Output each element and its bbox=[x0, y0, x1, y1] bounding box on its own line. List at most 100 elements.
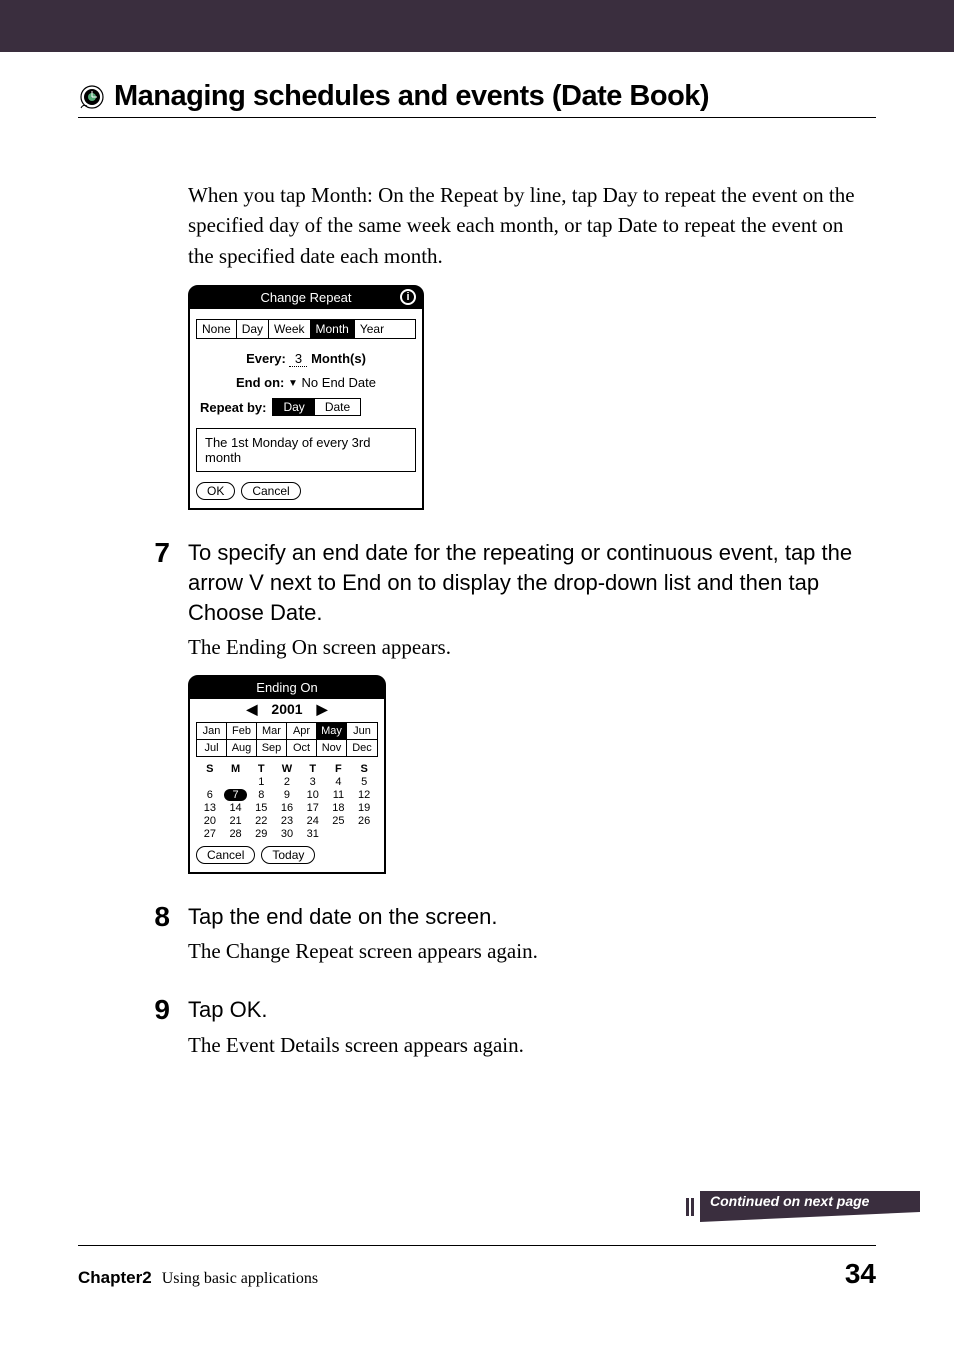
calendar-day[interactable]: 11 bbox=[327, 789, 351, 801]
calendar-day[interactable]: 26 bbox=[352, 815, 376, 827]
month-jun[interactable]: Jun bbox=[347, 723, 377, 740]
down-arrow-icon: V bbox=[249, 568, 264, 598]
calendar-day[interactable]: 20 bbox=[198, 815, 222, 827]
change-repeat-title: Change Repeat i bbox=[190, 287, 422, 309]
step-7: 7 To specify an end date for the repeati… bbox=[188, 538, 866, 873]
month-nov[interactable]: Nov bbox=[317, 740, 347, 756]
repeat-by-toggle: Day Date bbox=[272, 398, 361, 416]
month-jan[interactable]: Jan bbox=[197, 723, 227, 740]
repeat-by-day[interactable]: Day bbox=[273, 399, 314, 415]
step-number: 9 bbox=[134, 995, 170, 1060]
month-aug[interactable]: Aug bbox=[227, 740, 257, 756]
weekday-header: M bbox=[224, 763, 248, 775]
calendar-day[interactable]: 19 bbox=[352, 802, 376, 814]
cancel-button[interactable]: Cancel bbox=[196, 846, 255, 864]
tab-month[interactable]: Month bbox=[311, 320, 355, 338]
step-heading: Tap OK. bbox=[188, 995, 524, 1025]
weekday-header: S bbox=[352, 763, 376, 775]
calendar-day[interactable]: 18 bbox=[327, 802, 351, 814]
month-oct[interactable]: Oct bbox=[287, 740, 317, 756]
month-sep[interactable]: Sep bbox=[257, 740, 287, 756]
calendar-day[interactable]: 13 bbox=[198, 802, 222, 814]
repeat-by-row: Repeat by: Day Date bbox=[190, 396, 422, 424]
end-on-label: End on: bbox=[236, 375, 284, 390]
weekday-header: F bbox=[327, 763, 351, 775]
calendar-day[interactable]: 14 bbox=[224, 802, 248, 814]
calendar-day bbox=[224, 776, 248, 788]
continued-flag-tail bbox=[700, 1212, 920, 1222]
calendar-grid: SMTWTFS123456789101112131415161718192021… bbox=[190, 763, 384, 846]
chapter-subtitle: Using basic applications bbox=[162, 1270, 318, 1287]
step-body: The Ending On screen appears. bbox=[188, 633, 866, 662]
calendar-day[interactable]: 4 bbox=[327, 776, 351, 788]
month-feb[interactable]: Feb bbox=[227, 723, 257, 740]
weekday-header: W bbox=[275, 763, 299, 775]
calendar-day[interactable]: 25 bbox=[327, 815, 351, 827]
calendar-day[interactable]: 31 bbox=[301, 828, 325, 840]
every-row: Every: 3 Month(s) bbox=[190, 349, 422, 373]
repeat-by-date[interactable]: Date bbox=[315, 399, 360, 415]
calendar-day[interactable]: 1 bbox=[249, 776, 273, 788]
repeat-by-label: Repeat by: bbox=[200, 400, 266, 415]
repeat-tabs: None Day Week Month Year bbox=[196, 319, 416, 339]
calendar-day[interactable]: 8 bbox=[249, 789, 273, 801]
intro-paragraph: When you tap Month: On the Repeat by lin… bbox=[188, 118, 866, 271]
change-repeat-screen: Change Repeat i None Day Week Month Year… bbox=[188, 285, 424, 510]
calendar-day bbox=[352, 828, 376, 840]
cancel-button[interactable]: Cancel bbox=[241, 482, 300, 500]
info-icon[interactable]: i bbox=[400, 289, 416, 305]
calendar-day[interactable]: 21 bbox=[224, 815, 248, 827]
calendar-day[interactable]: 17 bbox=[301, 802, 325, 814]
continued-bars-icon bbox=[686, 1198, 694, 1216]
calendar-day bbox=[198, 776, 222, 788]
step-8: 8 Tap the end date on the screen. The Ch… bbox=[188, 902, 866, 967]
ending-on-screen: Ending On ◀ 2001 ▶ Jan Feb Mar Apr May J… bbox=[188, 675, 386, 874]
calendar-day[interactable]: 2 bbox=[275, 776, 299, 788]
tab-day[interactable]: Day bbox=[237, 320, 269, 338]
next-year-icon[interactable]: ▶ bbox=[317, 701, 328, 718]
calendar-day[interactable]: 15 bbox=[249, 802, 273, 814]
section-header: Managing schedules and events (Date Book… bbox=[78, 52, 876, 118]
month-apr[interactable]: Apr bbox=[287, 723, 317, 740]
weekday-header: S bbox=[198, 763, 222, 775]
today-button[interactable]: Today bbox=[261, 846, 315, 864]
month-grid: Jan Feb Mar Apr May Jun Jul Aug Sep Oct … bbox=[196, 722, 378, 757]
calendar-day[interactable]: 6 bbox=[198, 789, 222, 801]
year-nav: ◀ 2001 ▶ bbox=[190, 699, 384, 722]
section-title: Managing schedules and events (Date Book… bbox=[114, 80, 709, 113]
calendar-day[interactable]: 5 bbox=[352, 776, 376, 788]
page-number: 34 bbox=[845, 1258, 876, 1290]
continued-flag: Continued on next page bbox=[686, 1191, 920, 1222]
calendar-day[interactable]: 30 bbox=[275, 828, 299, 840]
step-body: The Event Details screen appears again. bbox=[188, 1031, 524, 1060]
chapter-label: Chapter2 bbox=[78, 1268, 152, 1287]
month-mar[interactable]: Mar bbox=[257, 723, 287, 740]
prev-year-icon[interactable]: ◀ bbox=[247, 701, 258, 718]
calendar-day[interactable]: 3 bbox=[301, 776, 325, 788]
calendar-day[interactable]: 7 bbox=[224, 789, 248, 801]
tab-year[interactable]: Year bbox=[355, 320, 389, 338]
calendar-day[interactable]: 16 bbox=[275, 802, 299, 814]
chevron-down-icon[interactable]: ▼ bbox=[288, 378, 298, 389]
step-9: 9 Tap OK. The Event Details screen appea… bbox=[188, 995, 866, 1060]
month-may[interactable]: May bbox=[317, 723, 347, 740]
end-on-row: End on: ▼ No End Date bbox=[190, 373, 422, 396]
calendar-day[interactable]: 24 bbox=[301, 815, 325, 827]
calendar-day[interactable]: 10 bbox=[301, 789, 325, 801]
calendar-day[interactable]: 22 bbox=[249, 815, 273, 827]
calendar-day[interactable]: 29 bbox=[249, 828, 273, 840]
tab-week[interactable]: Week bbox=[269, 320, 310, 338]
calendar-day[interactable]: 12 bbox=[352, 789, 376, 801]
calendar-day[interactable]: 27 bbox=[198, 828, 222, 840]
month-dec[interactable]: Dec bbox=[347, 740, 377, 756]
ok-button[interactable]: OK bbox=[196, 482, 235, 500]
calendar-day[interactable]: 23 bbox=[275, 815, 299, 827]
ending-on-buttons: Cancel Today bbox=[190, 846, 384, 872]
every-input[interactable]: 3 bbox=[289, 351, 307, 367]
calendar-day[interactable]: 9 bbox=[275, 789, 299, 801]
tab-none[interactable]: None bbox=[197, 320, 237, 338]
end-on-value[interactable]: No End Date bbox=[302, 375, 376, 390]
month-jul[interactable]: Jul bbox=[197, 740, 227, 756]
every-unit: Month(s) bbox=[311, 351, 366, 366]
calendar-day[interactable]: 28 bbox=[224, 828, 248, 840]
